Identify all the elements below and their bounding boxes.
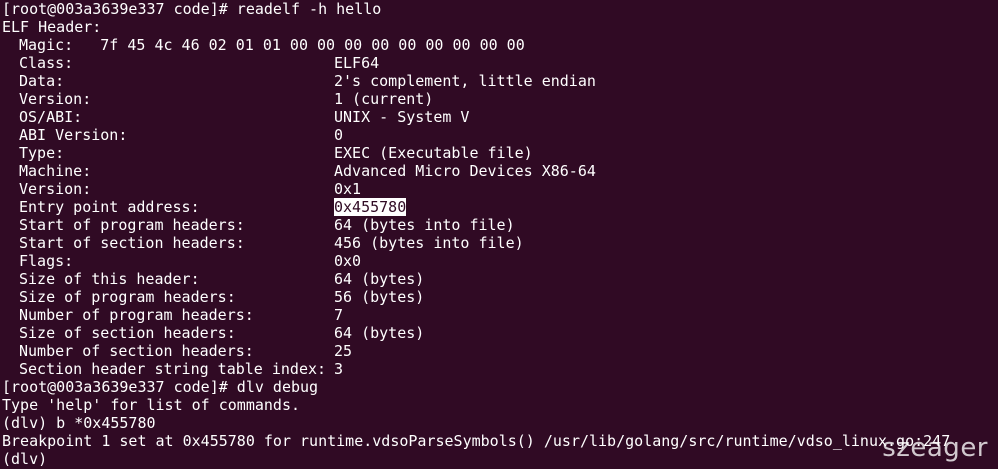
elf-field-value: 56 (bytes) [334, 288, 425, 306]
elf-field-value: EXEC (Executable file) [334, 144, 533, 162]
shell-command-dlv: [root@003a3639e337 code]# dlv debug [2, 378, 319, 396]
elf-header-row: Entry point address: 0x455780 [2, 198, 998, 216]
elf-header-row: Data: 2's complement, little endian [2, 72, 998, 90]
watermark-text: szeager [882, 433, 988, 463]
elf-header-row: Start of section headers: 456 (bytes into… [2, 234, 998, 252]
elf-field-label: Size of this header: [19, 270, 200, 288]
dlv-help-hint: Type 'help' for list of commands. [2, 396, 301, 414]
elf-field-label: Section header string table index: [19, 360, 327, 378]
elf-field-label: Version: [19, 180, 92, 198]
elf-field-label: ABI Version: [19, 126, 128, 144]
elf-field-label: Start of section headers: [19, 234, 245, 252]
elf-header-row: Size of this header: 64 (bytes) [2, 270, 998, 288]
elf-header-row: Type: EXEC (Executable file) [2, 144, 998, 162]
elf-field-label: Machine: [19, 162, 92, 180]
elf-header-fields: Class: ELF64 Data: 2's complement, little e… [2, 54, 998, 378]
elf-header-row: Machine: Advanced Micro Devices X86-64 [2, 162, 998, 180]
elf-field-label: Number of program headers: [19, 306, 254, 324]
elf-field-label: Class: [19, 54, 74, 72]
magic-label: Magic: [19, 36, 74, 54]
elf-field-value: 64 (bytes into file) [334, 216, 515, 234]
entry-point-value-selected: 0x455780 [334, 198, 407, 216]
elf-field-value: UNIX - System V [334, 108, 470, 126]
terminal-window[interactable]: [root@003a3639e337 code]# readelf -h hel… [0, 0, 998, 469]
elf-field-label: Flags: [19, 252, 74, 270]
elf-field-label: Entry point address: [19, 198, 200, 216]
elf-header-row: Class: ELF64 [2, 54, 998, 72]
elf-field-value: 25 [334, 342, 353, 360]
elf-field-value: ELF64 [334, 54, 380, 72]
elf-header-row: Flags: 0x0 [2, 252, 998, 270]
dlv-prompt[interactable]: (dlv) [2, 450, 998, 468]
elf-field-value: 0x0 [334, 252, 362, 270]
elf-field-value: 64 (bytes) [334, 270, 425, 288]
elf-header-row: Size of program headers: 56 (bytes) [2, 288, 998, 306]
elf-header-row: Number of program headers: 7 [2, 306, 998, 324]
elf-field-label: Data: [19, 72, 65, 90]
elf-field-value: Advanced Micro Devices X86-64 [334, 162, 596, 180]
magic-value: 7f 45 4c 46 02 01 01 00 00 00 00 00 00 0… [100, 36, 525, 54]
elf-field-label: Size of program headers: [19, 288, 236, 306]
elf-header-row: Number of section headers: 25 [2, 342, 998, 360]
elf-header-row: Section header string table index: 3 [2, 360, 998, 378]
elf-field-label: Number of section headers: [19, 342, 254, 360]
magic-row: Magic: 7f 45 4c 46 02 01 01 00 00 00 00 … [2, 36, 998, 54]
dlv-breakpoint-message: Breakpoint 1 set at 0x455780 for runtime… [2, 432, 951, 450]
elf-field-value: 3 [334, 360, 344, 378]
elf-header-row: Version: 0x1 [2, 180, 998, 198]
elf-header-row: OS/ABI: UNIX - System V [2, 108, 998, 126]
elf-header-row: ABI Version: 0 [2, 126, 998, 144]
elf-header-row: Start of program headers: 64 (bytes into … [2, 216, 998, 234]
elf-field-label: Start of program headers: [19, 216, 245, 234]
elf-header-row: Version: 1 (current) [2, 90, 998, 108]
elf-field-label: Size of section headers: [19, 324, 236, 342]
elf-header-row: Size of section headers: 64 (bytes) [2, 324, 998, 342]
elf-field-value: 2's complement, little endian [334, 72, 596, 90]
elf-field-value: 0 [334, 126, 344, 144]
dlv-breakpoint-command: (dlv) b *0x455780 [2, 414, 156, 432]
elf-field-label: OS/ABI: [19, 108, 83, 126]
elf-field-value: 7 [334, 306, 344, 324]
shell-command-readelf: [root@003a3639e337 code]# readelf -h hel… [2, 0, 382, 18]
elf-header-title: ELF Header: [2, 18, 102, 36]
elf-field-value: 64 (bytes) [334, 324, 425, 342]
elf-field-value: 1 (current) [334, 90, 434, 108]
elf-field-label: Version: [19, 90, 92, 108]
elf-field-label: Type: [19, 144, 65, 162]
elf-field-value: 456 (bytes into file) [334, 234, 524, 252]
elf-field-value: 0x1 [334, 180, 362, 198]
